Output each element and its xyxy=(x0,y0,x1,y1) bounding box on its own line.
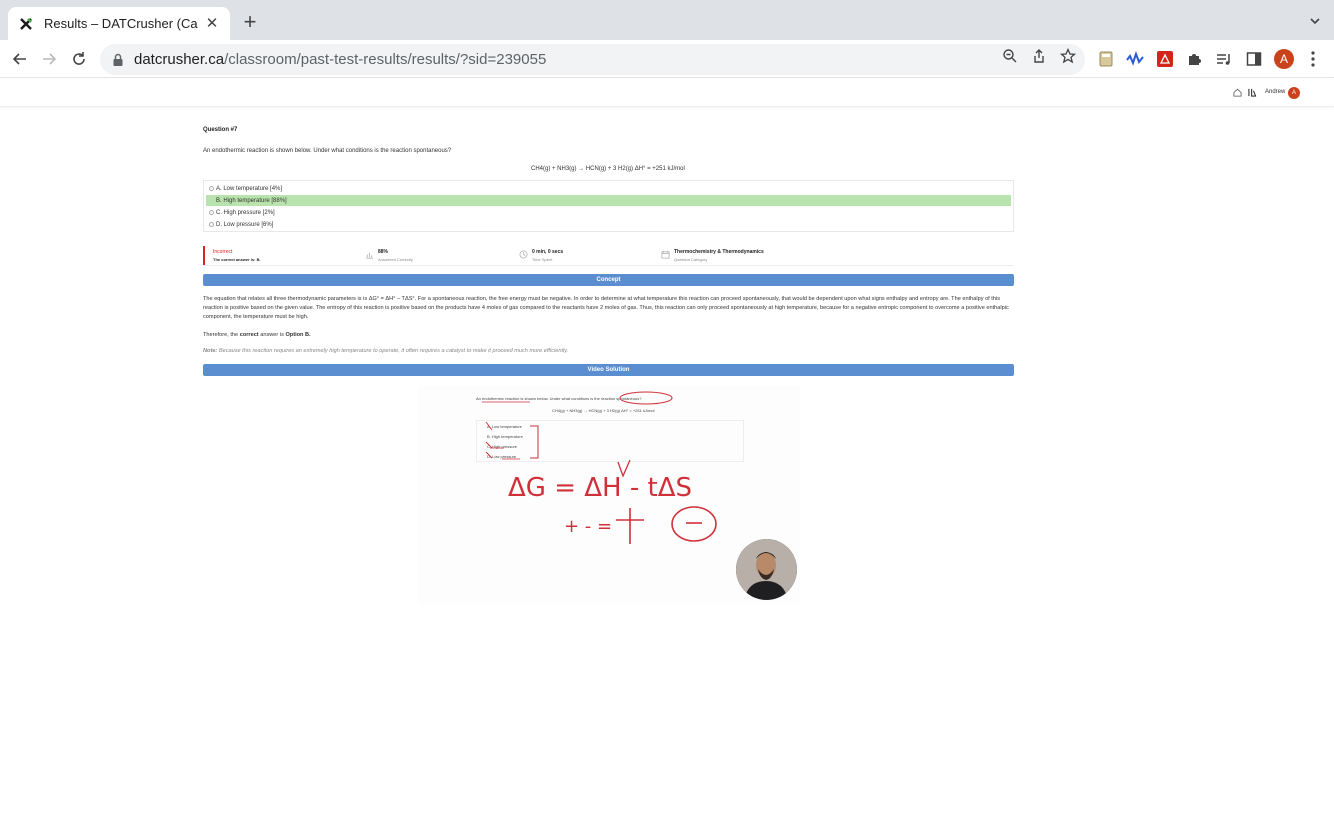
calculator-extension-icon[interactable] xyxy=(1096,49,1116,69)
pdf-extension-icon[interactable] xyxy=(1155,49,1175,69)
puzzle-extensions-icon[interactable] xyxy=(1184,49,1204,69)
clock-icon xyxy=(519,250,528,259)
concept-paragraph: The equation that relates all three ther… xyxy=(203,296,1009,320)
bar-chart-icon xyxy=(365,252,374,259)
concept-note: Note: Because this reaction requires an … xyxy=(203,348,569,354)
percent-correct-stat: 88% Answered Correctly xyxy=(378,249,413,262)
user-avatar[interactable]: A xyxy=(1288,87,1300,99)
datcrusher-favicon-icon xyxy=(18,16,34,32)
reload-icon[interactable] xyxy=(68,48,90,70)
browser-toolbar: datcrusher.ca/classroom/past-test-result… xyxy=(0,40,1334,78)
radio-icon xyxy=(209,210,214,215)
question-equation: CH4(g) + NH3(g) → HCN(g) + 3 H2(g) ΔH° =… xyxy=(531,166,685,172)
radio-icon xyxy=(209,222,214,227)
new-tab-icon[interactable]: + xyxy=(240,11,260,33)
answer-options: A. Low temperature [4%] B. High temperat… xyxy=(203,180,1014,232)
option-a[interactable]: A. Low temperature [4%] xyxy=(206,183,1011,194)
browser-menu-icon[interactable] xyxy=(1306,49,1320,69)
result-stats: Incorrect The correct answer is: B. 88% … xyxy=(203,246,1014,266)
correct-answer: B. xyxy=(256,257,261,262)
radio-icon xyxy=(209,186,214,191)
radio-icon xyxy=(209,198,214,203)
result-stat: Incorrect The correct answer is: B. xyxy=(213,249,261,262)
option-b[interactable]: B. High temperature [88%] xyxy=(206,195,1011,206)
url-path: /classroom/past-test-results/results/?si… xyxy=(224,51,547,68)
lock-icon xyxy=(113,53,123,66)
side-panel-icon[interactable] xyxy=(1244,49,1264,69)
question-title: Question #7 xyxy=(203,127,238,133)
library-icon[interactable] xyxy=(1248,88,1257,97)
concept-answer: Therefore, the correct answer is Option … xyxy=(203,332,311,338)
concept-heading[interactable]: Concept xyxy=(203,274,1014,286)
handwriting-signs: + - = xyxy=(564,516,612,537)
option-d[interactable]: D. Low pressure [6%] xyxy=(206,219,1011,230)
tab-close-icon[interactable]: ✕ xyxy=(204,15,220,32)
video-solution-heading[interactable]: Video Solution xyxy=(203,364,1014,376)
option-c[interactable]: C. High pressure [2%] xyxy=(206,207,1011,218)
chevron-down-icon[interactable] xyxy=(1308,14,1322,28)
time-spent-stat: 0 min, 0 secs Time Spent xyxy=(532,249,564,262)
url-host: datcrusher.ca xyxy=(134,51,225,68)
calendar-icon xyxy=(661,250,670,259)
tab-strip: Results – DATCrusher (Canadian ✕ + xyxy=(0,0,1334,40)
address-bar[interactable]: datcrusher.ca/classroom/past-test-result… xyxy=(100,44,1085,75)
tab-title: Results – DATCrusher (Canadian xyxy=(44,16,198,31)
forward-arrow-icon[interactable] xyxy=(38,48,60,70)
result-indicator-bar xyxy=(203,246,205,265)
zoom-icon[interactable] xyxy=(1001,47,1019,65)
category-stat: Thermochemistry & Thermodynamics Questio… xyxy=(674,249,764,262)
user-name[interactable]: Andrew xyxy=(1265,89,1285,95)
result-status: Incorrect xyxy=(213,249,233,255)
handwriting-equation: ΔG = ΔH - tΔS xyxy=(508,473,692,503)
bookmark-star-icon[interactable] xyxy=(1059,47,1077,65)
waveform-extension-icon[interactable] xyxy=(1125,49,1145,69)
media-queue-icon[interactable] xyxy=(1214,49,1234,69)
share-icon[interactable] xyxy=(1030,47,1048,65)
browser-tab[interactable]: Results – DATCrusher (Canadian ✕ xyxy=(8,7,230,40)
correct-answer-prefix: The correct answer is: xyxy=(213,257,256,262)
site-header: Andrew A xyxy=(0,79,1334,107)
presenter-webcam xyxy=(736,539,797,600)
video-player[interactable]: An endothermic reaction is shown below. … xyxy=(418,386,800,604)
back-arrow-icon[interactable] xyxy=(9,48,31,70)
home-icon[interactable] xyxy=(1233,88,1242,97)
question-stem: An endothermic reaction is shown below. … xyxy=(203,148,452,154)
profile-avatar[interactable]: A xyxy=(1274,49,1294,69)
